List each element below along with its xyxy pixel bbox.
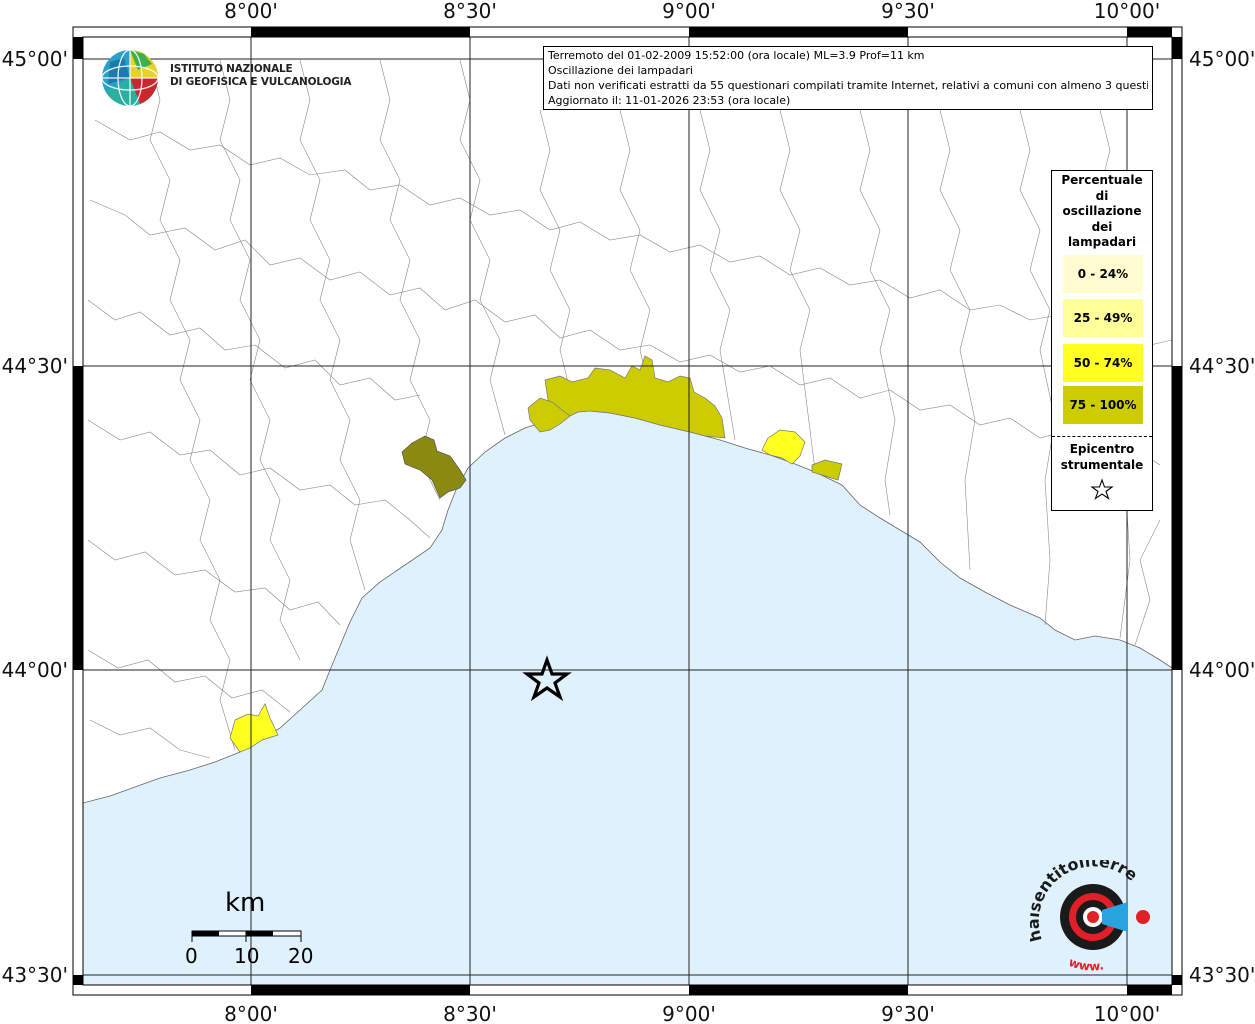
map-type: Oscillazione dei lampadari — [548, 64, 693, 77]
lat-label: 44°30' — [2, 354, 68, 378]
legend-title-line: Percentuale — [1061, 173, 1143, 187]
lon-label: 9°30' — [881, 0, 935, 23]
legend: Percentuale di oscillazione dei lampadar… — [1051, 170, 1153, 511]
legend-title-line: di — [1095, 188, 1109, 203]
epicentre-line-2: strumentale — [1060, 457, 1144, 472]
haisentito-logo: haisentitoilterremoto.it www. — [1030, 860, 1150, 974]
legend-epicentre-label: Epicentro strumentale — [1052, 442, 1152, 473]
lat-label: 43°30' — [1189, 963, 1255, 987]
event-info-box: Terremoto del 01-02-2009 15:52:00 (ora l… — [543, 46, 1153, 110]
lon-label: 8°00' — [224, 1002, 278, 1024]
legend-star-icon — [1090, 478, 1114, 500]
scale-label: 0 — [185, 944, 198, 968]
lat-label: 45°00' — [1189, 47, 1255, 71]
hsit-www: www. — [1067, 955, 1105, 974]
svg-text:www.: www. — [1067, 955, 1105, 974]
legend-class-25-49: 25 - 49% — [1063, 299, 1143, 337]
scale-label: 10 — [234, 944, 260, 968]
legend-title-line: oscillazione — [1062, 204, 1142, 218]
ingv-globe-logo — [101, 49, 159, 107]
legend-title: Percentuale di oscillazione dei lampadar… — [1052, 171, 1152, 251]
legend-class-0-24: 0 - 24% — [1063, 255, 1143, 293]
epicentre-line-1: Epicentro — [1069, 442, 1135, 456]
lon-labels-bottom: 8°00' 8°30' 9°00' 9°30' 10°00' — [224, 1002, 1160, 1024]
lat-label: 45°00' — [2, 47, 68, 71]
ingv-name: Istituto Nazionale di Geofisica e Vulcan… — [170, 63, 351, 89]
legend-title-line: lampadari — [1067, 235, 1137, 249]
lat-labels-right: 45°00' 44°30' 44°00' 43°30' — [1189, 47, 1255, 987]
ingv-line-1: Istituto Nazionale — [170, 63, 293, 75]
lat-label: 43°30' — [2, 963, 68, 987]
lon-label: 9°30' — [881, 1002, 935, 1024]
lon-labels-top: 8°00' 8°30' 9°00' 9°30' 10°00' — [224, 0, 1160, 23]
lon-label: 8°30' — [443, 1002, 497, 1024]
event-title: Terremoto del 01-02-2009 15:52:00 (ora l… — [548, 49, 925, 62]
data-note: Dati non verificati estratti da 55 quest… — [548, 79, 1148, 92]
scale-label: 20 — [288, 944, 314, 968]
lon-label: 9°00' — [662, 1002, 716, 1024]
lat-label: 44°00' — [1189, 658, 1255, 682]
legend-separator — [1052, 436, 1152, 437]
lon-label: 10°00' — [1094, 1002, 1160, 1024]
lat-label: 44°30' — [1189, 354, 1255, 378]
ingv-line-2: di Geofisica e Vulcanologia — [170, 76, 352, 88]
legend-class-50-74: 50 - 74% — [1063, 344, 1143, 382]
legend-class-75-100: 75 - 100% — [1063, 386, 1143, 424]
lat-labels-left: 45°00' 44°30' 44°00' 43°30' — [2, 47, 68, 987]
lon-label: 8°00' — [224, 0, 278, 23]
legend-title-line: dei — [1091, 219, 1113, 234]
scale-unit: km — [225, 888, 266, 918]
lat-label: 44°00' — [2, 658, 68, 682]
lon-label: 9°00' — [662, 0, 716, 23]
updated-at: Aggiornato il: 11-01-2026 23:53 (ora loc… — [548, 94, 791, 107]
lon-label: 10°00' — [1094, 0, 1160, 23]
lon-label: 8°30' — [443, 0, 497, 23]
